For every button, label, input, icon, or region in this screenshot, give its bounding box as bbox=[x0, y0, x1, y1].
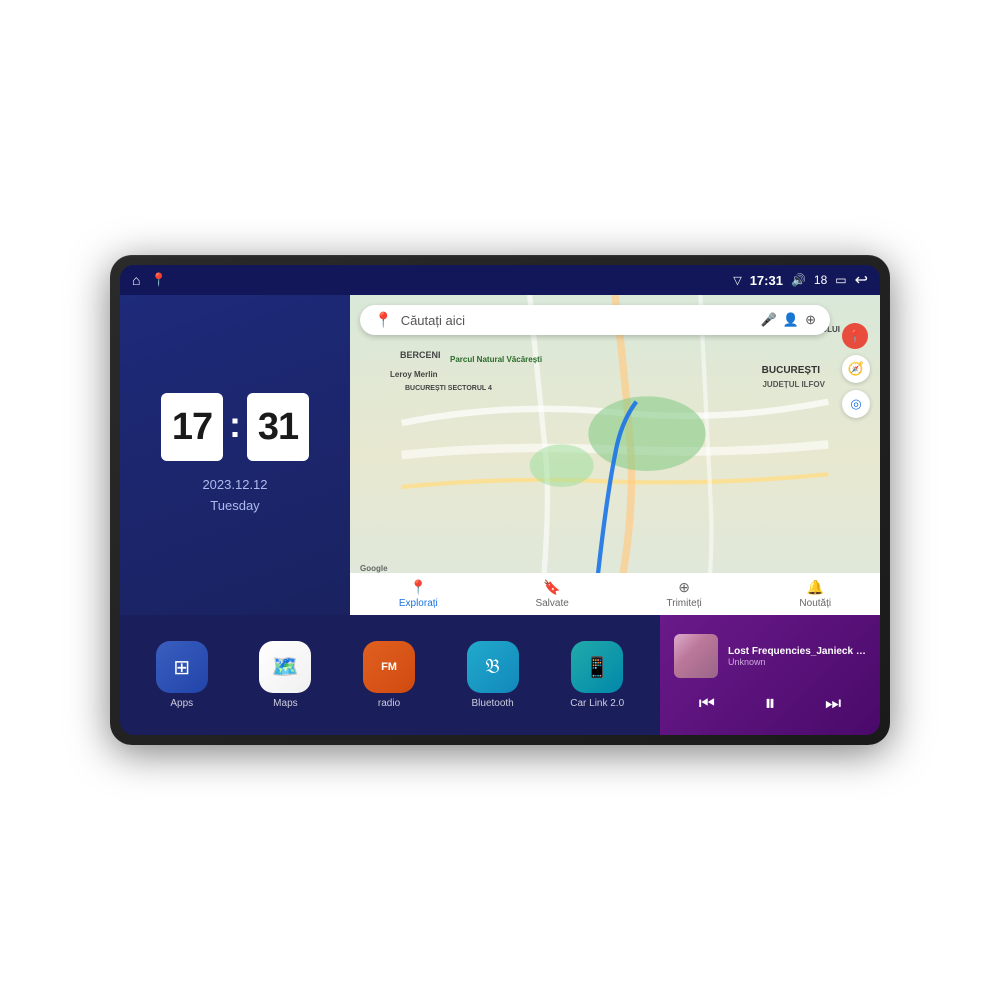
status-left-icons: ⌂ 📍 bbox=[132, 272, 167, 288]
play-pause-button[interactable]: ⏸ bbox=[764, 690, 775, 716]
status-bar: ⌂ 📍 ▽ 17:31 🔊 18 ▭ ↩ bbox=[120, 265, 880, 295]
signal-icon: ▽ bbox=[733, 274, 741, 287]
music-thumbnail bbox=[674, 634, 718, 678]
status-right-icons: ▽ 17:31 🔊 18 ▭ ↩ bbox=[733, 270, 868, 290]
map-location-pin: 📍 bbox=[842, 323, 868, 349]
send-icon: ⊕ bbox=[678, 579, 690, 596]
map-nav-send[interactable]: ⊕ Trimiteți bbox=[667, 579, 702, 609]
volume-icon: 🔊 bbox=[791, 273, 806, 287]
map-roads bbox=[350, 295, 880, 615]
map-label-google: Google bbox=[360, 564, 388, 573]
news-icon: 🔔 bbox=[807, 579, 824, 596]
clock-minute: 31 bbox=[247, 393, 309, 461]
battery-level: 18 bbox=[814, 273, 827, 287]
compass-button[interactable]: 🧭 bbox=[842, 355, 870, 383]
bluetooth-icon: 𝔅 bbox=[485, 656, 499, 679]
carlink-icon-wrapper: 📱 bbox=[571, 641, 623, 693]
carlink-icon: 📱 bbox=[585, 655, 610, 680]
music-artist: Unknown bbox=[728, 657, 866, 667]
map-nav-news[interactable]: 🔔 Noutăți bbox=[799, 579, 831, 609]
apps-label: Apps bbox=[170, 698, 193, 709]
map-label-bucuresti: BUCUREȘTI bbox=[762, 365, 820, 376]
radio-icon-wrapper: FM bbox=[363, 641, 415, 693]
clock-date: 2023.12.12 Tuesday bbox=[202, 475, 267, 517]
map-nav-explore[interactable]: 📍 Explorați bbox=[399, 579, 438, 609]
music-info-row: Lost Frequencies_Janieck Devy-... Unknow… bbox=[674, 634, 866, 678]
map-search-bar[interactable]: 📍 Căutați aici 🎤 👤 ⊕ bbox=[360, 305, 830, 335]
location-button[interactable]: ◎ bbox=[842, 390, 870, 418]
mic-icon[interactable]: 🎤 bbox=[761, 312, 777, 328]
layers-icon[interactable]: ⊕ bbox=[805, 312, 816, 328]
map-bottom-nav: 📍 Explorați 🔖 Salvate ⊕ Trimiteți 🔔 bbox=[350, 573, 880, 615]
bluetooth-label: Bluetooth bbox=[471, 698, 513, 709]
next-button[interactable]: ⏭ bbox=[825, 693, 841, 714]
clock-weekday: Tuesday bbox=[202, 496, 267, 517]
carlink-label: Car Link 2.0 bbox=[570, 698, 624, 709]
bluetooth-icon-wrapper: 𝔅 bbox=[467, 641, 519, 693]
time-display: 17:31 bbox=[750, 273, 783, 288]
clock-display: 17 : 31 bbox=[161, 393, 309, 461]
prev-button[interactable]: ⏮ bbox=[699, 693, 715, 714]
battery-icon: ▭ bbox=[835, 273, 846, 287]
map-nav-news-label: Noutăți bbox=[799, 598, 831, 609]
radio-icon: FM bbox=[381, 661, 397, 673]
maps-label: Maps bbox=[273, 698, 297, 709]
app-item-maps[interactable]: 🗺️ Maps bbox=[259, 641, 311, 709]
map-nav-saved-label: Salvate bbox=[535, 598, 568, 609]
app-item-carlink[interactable]: 📱 Car Link 2.0 bbox=[570, 641, 624, 709]
radio-label: radio bbox=[378, 698, 400, 709]
apps-icon: ⊞ bbox=[173, 655, 190, 680]
app-item-bluetooth[interactable]: 𝔅 Bluetooth bbox=[467, 641, 519, 709]
map-panel: BERCENI BUCUREȘTI JUDEȚUL ILFOV TRAPEZUL… bbox=[350, 295, 880, 615]
apps-icon-wrapper: ⊞ bbox=[156, 641, 208, 693]
music-thumb-image bbox=[674, 634, 718, 678]
map-label-ilfov: JUDEȚUL ILFOV bbox=[762, 380, 825, 389]
app-item-apps[interactable]: ⊞ Apps bbox=[156, 641, 208, 709]
top-row: 17 : 31 2023.12.12 Tuesday bbox=[120, 295, 880, 615]
map-label-berceni: BERCENI bbox=[400, 350, 441, 360]
clock-hour: 17 bbox=[161, 393, 223, 461]
clock-colon: : bbox=[229, 404, 241, 446]
map-nav-explore-label: Explorați bbox=[399, 598, 438, 609]
music-player: Lost Frequencies_Janieck Devy-... Unknow… bbox=[660, 615, 880, 735]
map-search-text[interactable]: Căutați aici bbox=[401, 313, 753, 328]
music-text: Lost Frequencies_Janieck Devy-... Unknow… bbox=[728, 646, 866, 667]
home-icon[interactable]: ⌂ bbox=[132, 272, 140, 288]
map-label-parcul: Parcul Natural Văcărești bbox=[450, 355, 542, 364]
map-label-sector4: BUCUREȘTI SECTORUL 4 bbox=[405, 385, 492, 392]
device-screen: ⌂ 📍 ▽ 17:31 🔊 18 ▭ ↩ 17 : bbox=[120, 265, 880, 735]
map-nav-send-label: Trimiteți bbox=[667, 598, 702, 609]
app-item-radio[interactable]: FM radio bbox=[363, 641, 415, 709]
compass-icon: 🧭 bbox=[848, 361, 864, 377]
explore-icon: 📍 bbox=[410, 579, 427, 596]
maps-icon-wrapper: 🗺️ bbox=[259, 641, 311, 693]
music-controls: ⏮ ⏸ ⏭ bbox=[674, 690, 866, 716]
map-search-actions: 🎤 👤 ⊕ bbox=[761, 312, 816, 328]
clock-panel: 17 : 31 2023.12.12 Tuesday bbox=[120, 295, 350, 615]
maps-pin-icon: 📍 bbox=[374, 311, 393, 329]
maps-app-icon: 🗺️ bbox=[272, 654, 299, 680]
location-icon: ◎ bbox=[850, 396, 861, 412]
maps-icon[interactable]: 📍 bbox=[150, 272, 166, 288]
back-icon[interactable]: ↩ bbox=[855, 270, 868, 290]
map-label-leroy: Leroy Merlin bbox=[390, 370, 438, 379]
saved-icon: 🔖 bbox=[543, 579, 560, 596]
apps-row: ⊞ Apps 🗺️ Maps FM radio bbox=[120, 615, 660, 735]
main-content: 17 : 31 2023.12.12 Tuesday bbox=[120, 295, 880, 735]
clock-date-value: 2023.12.12 bbox=[202, 475, 267, 496]
bottom-row: ⊞ Apps 🗺️ Maps FM radio bbox=[120, 615, 880, 735]
account-icon[interactable]: 👤 bbox=[783, 312, 799, 328]
device-frame: ⌂ 📍 ▽ 17:31 🔊 18 ▭ ↩ 17 : bbox=[110, 255, 890, 745]
music-title: Lost Frequencies_Janieck Devy-... bbox=[728, 646, 866, 657]
map-nav-saved[interactable]: 🔖 Salvate bbox=[535, 579, 568, 609]
